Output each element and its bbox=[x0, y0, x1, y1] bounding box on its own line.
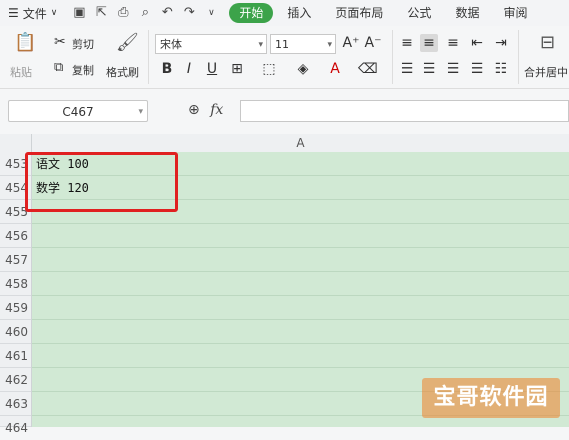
align-right-icon[interactable]: ☰ bbox=[444, 60, 462, 78]
export-icon[interactable]: ⇱ bbox=[93, 5, 109, 21]
tab-formulas[interactable]: 公式 bbox=[397, 3, 441, 23]
italic-icon[interactable]: I bbox=[180, 60, 198, 78]
gridline bbox=[32, 271, 569, 272]
border-icon[interactable]: ⊞ bbox=[228, 60, 246, 78]
row-header[interactable]: 461 bbox=[0, 344, 31, 368]
cut-icon[interactable]: ✂ bbox=[54, 34, 66, 50]
column-header-bar: A bbox=[0, 134, 569, 153]
formula-input[interactable] bbox=[240, 100, 569, 122]
align-center-icon[interactable]: ☰ bbox=[420, 60, 438, 78]
indent-decrease-icon[interactable]: ⇤ bbox=[468, 34, 486, 52]
file-menu-label: 文件 bbox=[22, 6, 47, 21]
row-header[interactable]: 459 bbox=[0, 296, 31, 320]
tab-review[interactable]: 审阅 bbox=[493, 3, 537, 23]
gridline bbox=[32, 247, 569, 248]
zoom-icon[interactable]: ⊕ bbox=[188, 102, 200, 118]
undo-icon[interactable]: ↶ bbox=[159, 5, 175, 21]
file-menu[interactable]: ☰ 文件 ∨ bbox=[0, 5, 63, 22]
cut-button[interactable]: 剪切 bbox=[72, 36, 94, 52]
tab-home[interactable]: 开始 bbox=[229, 3, 274, 23]
clear-format-icon[interactable]: ⌫ bbox=[358, 60, 378, 78]
row-header[interactable]: 464 bbox=[0, 416, 31, 435]
menu-bar: ☰ 文件 ∨ ▣ ⇱ ⎙ ⌕ ↶ ↷ ∨ 开始 插入 页面布局 公式 数据 审阅 bbox=[0, 0, 569, 26]
row-header[interactable]: 456 bbox=[0, 224, 31, 248]
column-header-a[interactable]: A bbox=[32, 134, 569, 152]
print-preview-icon[interactable]: ⌕ bbox=[137, 5, 153, 21]
tab-insert[interactable]: 插入 bbox=[277, 3, 321, 23]
formula-tools: ⊕ fx bbox=[188, 102, 223, 118]
font-size-select[interactable]: 11 ▾ bbox=[270, 34, 336, 54]
copy-icon[interactable]: ⧉ bbox=[54, 60, 63, 75]
row-header[interactable]: 460 bbox=[0, 320, 31, 344]
redo-icon[interactable]: ↷ bbox=[181, 5, 197, 21]
tab-data[interactable]: 数据 bbox=[445, 3, 489, 23]
format-painter-button[interactable]: 格式刷 bbox=[106, 64, 139, 80]
bold-icon[interactable]: B bbox=[158, 60, 176, 78]
gridline bbox=[32, 223, 569, 224]
paste-icon[interactable]: 📋 bbox=[14, 32, 36, 53]
distribute-icon[interactable]: ☷ bbox=[492, 60, 510, 78]
row-header[interactable]: 458 bbox=[0, 272, 31, 296]
fill-color-icon[interactable]: ◈ bbox=[294, 60, 312, 78]
merge-center-icon[interactable]: ⊟ bbox=[540, 32, 555, 53]
dropdown-arrow-icon: ▾ bbox=[258, 40, 263, 50]
underline-icon[interactable]: U bbox=[203, 60, 221, 78]
highlight-box bbox=[25, 152, 178, 212]
gridline bbox=[32, 367, 569, 368]
justify-icon[interactable]: ☰ bbox=[468, 60, 486, 78]
save-icon[interactable]: ▣ bbox=[71, 5, 87, 21]
watermark-logo: 宝哥软件园 bbox=[422, 378, 560, 418]
customize-icon[interactable]: ∨ bbox=[203, 5, 219, 21]
paste-button[interactable]: 粘贴 bbox=[10, 64, 32, 80]
formula-bar: C467 ▾ ⊕ fx bbox=[0, 96, 569, 130]
font-size-value: 11 bbox=[275, 38, 289, 51]
gridline bbox=[32, 319, 569, 320]
font-name-value: 宋体 bbox=[160, 38, 182, 51]
row-header[interactable]: 462 bbox=[0, 368, 31, 392]
align-bottom-icon[interactable]: ≡ bbox=[444, 34, 462, 52]
align-top-icon[interactable]: ≡ bbox=[398, 34, 416, 52]
copy-button[interactable]: 复制 bbox=[72, 62, 94, 78]
merge-center-button[interactable]: 合并居中 bbox=[524, 64, 568, 80]
row-header[interactable]: 457 bbox=[0, 248, 31, 272]
decrease-font-icon[interactable]: A⁻ bbox=[364, 34, 382, 52]
align-middle-icon[interactable]: ≡ bbox=[420, 34, 438, 52]
indent-increase-icon[interactable]: ⇥ bbox=[492, 34, 510, 52]
name-box-value: C467 bbox=[62, 105, 94, 119]
cell-style-icon[interactable]: ⬚ bbox=[260, 60, 278, 78]
name-box[interactable]: C467 ▾ bbox=[8, 100, 148, 122]
quick-access-toolbar: ▣ ⇱ ⎙ ⌕ ↶ ↷ ∨ bbox=[71, 5, 219, 21]
ribbon: 📋 粘贴 ✂ 剪切 ⧉ 复制 🖌 格式刷 宋体 ▾ 11 ▾ A⁺ A⁻ B I… bbox=[0, 26, 569, 89]
fx-icon[interactable]: fx bbox=[210, 102, 223, 118]
gridline bbox=[32, 343, 569, 344]
print-icon[interactable]: ⎙ bbox=[115, 5, 131, 21]
hamburger-icon: ☰ bbox=[8, 6, 19, 20]
gridline bbox=[32, 295, 569, 296]
divider bbox=[392, 30, 393, 84]
increase-font-icon[interactable]: A⁺ bbox=[342, 34, 360, 52]
row-header[interactable]: 463 bbox=[0, 392, 31, 416]
chevron-down-icon: ∨ bbox=[50, 8, 58, 18]
format-painter-icon[interactable]: 🖌 bbox=[116, 32, 139, 53]
divider bbox=[148, 30, 149, 84]
dropdown-arrow-icon: ▾ bbox=[327, 40, 332, 50]
select-all-corner[interactable] bbox=[0, 134, 32, 152]
divider bbox=[518, 30, 519, 84]
font-name-select[interactable]: 宋体 ▾ bbox=[155, 34, 267, 54]
tab-page-layout[interactable]: 页面布局 bbox=[325, 3, 393, 23]
font-color-icon[interactable]: A bbox=[326, 60, 344, 78]
chevron-down-icon: ▾ bbox=[138, 107, 143, 117]
ribbon-tabs: 开始 插入 页面布局 公式 数据 审阅 bbox=[229, 3, 537, 23]
align-left-icon[interactable]: ☰ bbox=[398, 60, 416, 78]
